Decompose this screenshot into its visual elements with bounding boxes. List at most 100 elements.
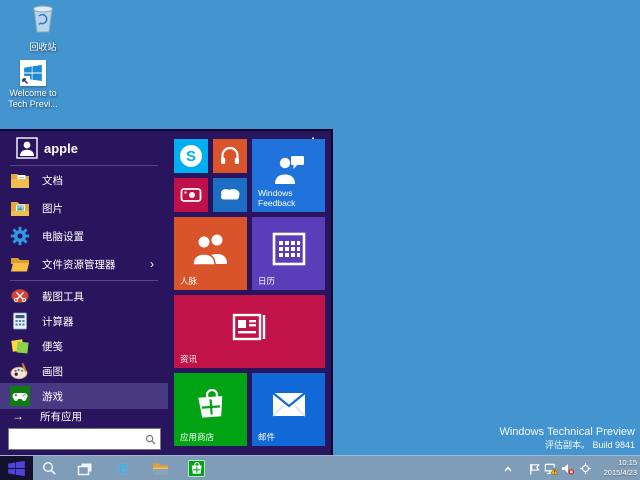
welcome-shortcut-label: Welcome to Tech Previ...	[4, 88, 62, 110]
store-button[interactable]	[183, 456, 209, 480]
store-bag-icon	[191, 385, 231, 425]
welcome-shortcut-desktop-icon[interactable]: Welcome to Tech Previ...	[4, 60, 62, 110]
tile-mail[interactable]: 邮件	[252, 373, 325, 446]
start-item-label: 计算器	[42, 314, 74, 329]
feedback-person-icon	[272, 154, 306, 186]
windows-logo-icon	[8, 461, 25, 476]
tile-people[interactable]: 人脉	[174, 217, 247, 290]
system-tray	[501, 456, 592, 480]
show-hidden-icons-button[interactable]	[501, 462, 515, 476]
menu-divider	[10, 280, 158, 281]
volume-button[interactable]	[561, 462, 575, 476]
tile-label: 资讯	[180, 354, 197, 364]
start-search-input[interactable]	[13, 430, 145, 448]
start-item-calculator[interactable]: 计算器	[0, 308, 168, 334]
task-view-button[interactable]	[72, 456, 98, 480]
tile-label: Windows Feedback	[258, 188, 320, 208]
tile-label: 人脉	[180, 276, 197, 286]
store-icon	[188, 460, 205, 477]
tile-skype[interactable]: S	[174, 139, 208, 173]
start-item-documents[interactable]: 文档	[0, 167, 168, 193]
snipping-tool-icon	[10, 286, 30, 306]
camera-icon	[179, 183, 203, 207]
all-apps-arrow-icon: →	[12, 409, 24, 423]
recycle-bin-label: 回收站	[14, 42, 72, 53]
start-item-label: 便笺	[42, 339, 63, 354]
menu-divider	[10, 165, 158, 166]
taskbar-search-button[interactable]	[36, 456, 62, 480]
file-explorer-button[interactable]	[147, 456, 173, 480]
user-avatar-icon	[16, 137, 38, 159]
chevron-right-icon[interactable]: ›	[150, 257, 154, 271]
settings-gear-icon	[10, 226, 30, 246]
tile-label: 应用商店	[180, 432, 214, 442]
calendar-icon	[270, 230, 308, 268]
clock-time: 10:15	[589, 458, 637, 468]
skype-icon: S	[180, 145, 202, 167]
desktop: 回收站 Welcome to Tech Previ... Windows Tec…	[0, 0, 640, 480]
file-explorer-icon	[152, 461, 169, 476]
documents-folder-icon	[10, 170, 30, 190]
mail-envelope-icon	[269, 390, 309, 420]
search-icon	[145, 434, 156, 445]
start-item-pc-settings[interactable]: 电脑设置	[0, 223, 168, 249]
watermark-line1: Windows Technical Preview	[499, 426, 635, 439]
action-center-button[interactable]	[527, 462, 541, 476]
start-item-label: 图片	[42, 201, 63, 216]
start-menu: apple 文档	[0, 129, 333, 455]
tile-store[interactable]: 应用商店	[174, 373, 247, 446]
build-watermark: Windows Technical Preview 评估副本。 Build 98…	[499, 426, 635, 451]
pictures-folder-icon	[10, 198, 30, 218]
start-item-label: 文档	[42, 173, 63, 188]
taskbar-clock[interactable]: 10:15 2015/4/23	[589, 458, 637, 478]
all-apps-label: 所有应用	[40, 409, 82, 424]
tile-windows-feedback[interactable]: Windows Feedback	[252, 139, 325, 212]
games-xbox-icon	[10, 386, 30, 406]
tile-music[interactable]	[213, 139, 247, 173]
file-explorer-icon	[10, 254, 30, 274]
user-account-row[interactable]: apple	[0, 135, 168, 161]
shortcut-arrow-icon	[20, 76, 30, 86]
tile-news[interactable]: 资讯	[174, 295, 325, 368]
recycle-bin-icon	[28, 22, 58, 39]
start-item-file-explorer[interactable]: 文件资源管理器 ›	[0, 251, 168, 277]
onedrive-cloud-icon	[217, 185, 243, 205]
all-apps-button[interactable]: → 所有应用	[0, 407, 168, 425]
start-item-paint[interactable]: 画图	[0, 358, 168, 384]
start-search-box[interactable]	[8, 428, 161, 450]
headphones-icon	[218, 144, 242, 168]
recycle-bin-desktop-icon[interactable]: 回收站	[14, 3, 72, 53]
start-item-label: 文件资源管理器	[42, 257, 116, 272]
start-item-label: 画图	[42, 364, 63, 379]
clock-date: 2015/4/23	[589, 468, 637, 478]
start-item-snipping-tool[interactable]: 截图工具	[0, 283, 168, 309]
start-item-games[interactable]: 游戏	[0, 383, 168, 409]
start-item-sticky-notes[interactable]: 便笺	[0, 333, 168, 359]
internet-explorer-button[interactable]: e	[110, 456, 136, 480]
newspaper-icon	[230, 311, 270, 343]
tile-camera[interactable]	[174, 178, 208, 212]
chevron-up-icon	[503, 465, 513, 473]
sticky-notes-icon	[10, 336, 30, 356]
start-item-pictures[interactable]: 图片	[0, 195, 168, 221]
watermark-line2: 评估副本。 Build 9841	[499, 439, 635, 451]
start-item-label: 截图工具	[42, 289, 84, 304]
people-icon	[191, 232, 231, 266]
flag-icon	[528, 462, 541, 476]
internet-explorer-icon: e	[118, 459, 129, 478]
start-button[interactable]	[0, 456, 33, 480]
task-view-icon	[77, 462, 93, 476]
start-item-label: 游戏	[42, 389, 63, 404]
volume-muted-icon	[561, 462, 575, 476]
taskbar: e	[0, 455, 640, 480]
welcome-shortcut-icon	[20, 60, 46, 86]
tile-label: 日历	[258, 276, 275, 286]
user-name: apple	[44, 141, 78, 156]
paint-icon	[10, 361, 30, 381]
network-status-button[interactable]	[544, 462, 558, 476]
tile-onedrive[interactable]	[213, 178, 247, 212]
search-icon	[42, 461, 57, 476]
tile-label: 邮件	[258, 432, 275, 442]
tile-calendar[interactable]: 日历	[252, 217, 325, 290]
calculator-icon	[10, 311, 30, 331]
